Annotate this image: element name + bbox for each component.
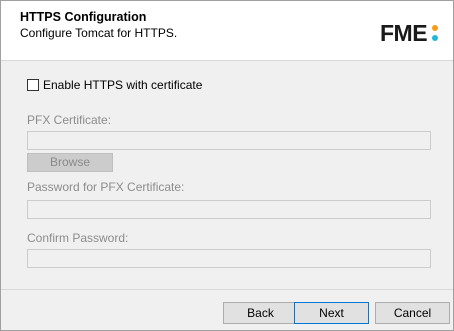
- browse-button: Browse: [27, 153, 113, 172]
- logo-dots-icon: [430, 21, 440, 45]
- enable-https-checkbox[interactable]: [27, 79, 39, 91]
- page-title: HTTPS Configuration: [20, 10, 147, 24]
- back-button[interactable]: Back: [223, 302, 298, 324]
- pfx-certificate-label: PFX Certificate:: [27, 113, 112, 127]
- logo-text: FME: [380, 19, 428, 46]
- cancel-button[interactable]: Cancel: [375, 302, 450, 324]
- fme-logo: FME: [380, 19, 440, 47]
- next-button[interactable]: Next: [294, 302, 369, 324]
- wizard-header: HTTPS Configuration Configure Tomcat for…: [1, 1, 453, 61]
- confirm-password-label: Confirm Password:: [27, 231, 129, 245]
- enable-https-option[interactable]: Enable HTTPS with certificate: [27, 78, 202, 92]
- footer-divider: [1, 289, 453, 290]
- confirm-password-field: [27, 249, 431, 268]
- logo-dot-orange: [432, 25, 439, 31]
- installer-dialog: HTTPS Configuration Configure Tomcat for…: [0, 0, 454, 331]
- logo-dot-blue: [432, 35, 439, 41]
- pfx-certificate-field: [27, 131, 431, 150]
- page-subtitle: Configure Tomcat for HTTPS.: [20, 26, 178, 40]
- pfx-password-label: Password for PFX Certificate:: [27, 180, 185, 194]
- enable-https-label[interactable]: Enable HTTPS with certificate: [43, 78, 202, 92]
- pfx-password-field: [27, 200, 431, 219]
